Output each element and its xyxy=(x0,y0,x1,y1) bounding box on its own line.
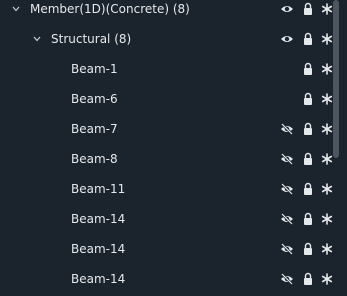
tree-item-label: Beam-14 xyxy=(71,212,126,226)
row-actions xyxy=(280,204,340,234)
tree-row-item[interactable]: Beam-8 xyxy=(0,144,340,174)
row-actions xyxy=(280,234,340,264)
tree-item-label: Beam-11 xyxy=(71,182,126,196)
lock-icon[interactable] xyxy=(301,91,315,107)
asterisk-icon[interactable] xyxy=(320,271,334,287)
tree-row-item[interactable]: Beam-14 xyxy=(0,234,340,264)
asterisk-icon[interactable] xyxy=(320,61,334,77)
lock-icon[interactable] xyxy=(301,31,315,47)
eye-slash-icon[interactable] xyxy=(280,121,294,137)
lock-icon[interactable] xyxy=(301,121,315,137)
member-tree: Member(1D)(Concrete) (8) Structural (8) xyxy=(0,0,340,296)
row-actions xyxy=(280,84,340,114)
asterisk-icon[interactable] xyxy=(320,211,334,227)
tree-row-item[interactable]: Beam-14 xyxy=(0,264,340,294)
eye-slash-icon[interactable] xyxy=(280,241,294,257)
eye-slash-icon[interactable] xyxy=(280,181,294,197)
eye-slash-icon[interactable] xyxy=(280,271,294,287)
tree-item-label: Beam-6 xyxy=(71,92,118,106)
row-actions xyxy=(280,0,340,24)
eye-slash-icon[interactable] xyxy=(280,211,294,227)
eye-icon[interactable] xyxy=(280,31,294,47)
lock-icon[interactable] xyxy=(301,1,315,17)
row-actions xyxy=(280,114,340,144)
lock-icon[interactable] xyxy=(301,211,315,227)
tree-row-item[interactable]: Beam-14 xyxy=(0,204,340,234)
row-actions xyxy=(280,144,340,174)
eye-icon[interactable] xyxy=(280,1,294,17)
chevron-down-icon[interactable] xyxy=(10,3,22,15)
row-actions xyxy=(280,264,340,294)
tree-row-item[interactable]: Beam-1 xyxy=(0,54,340,84)
tree-item-label: Beam-1 xyxy=(71,62,118,76)
row-actions xyxy=(280,54,340,84)
asterisk-icon[interactable] xyxy=(320,151,334,167)
asterisk-icon[interactable] xyxy=(320,91,334,107)
tree-root-label: Member(1D)(Concrete) (8) xyxy=(30,2,190,16)
asterisk-icon[interactable] xyxy=(320,241,334,257)
asterisk-icon[interactable] xyxy=(320,31,334,47)
vertical-scrollbar[interactable] xyxy=(333,0,339,158)
tree-row-item[interactable]: Beam-6 xyxy=(0,84,340,114)
tree-row-root[interactable]: Member(1D)(Concrete) (8) xyxy=(0,0,340,24)
eye-slash-icon[interactable] xyxy=(280,151,294,167)
tree-item-label: Beam-8 xyxy=(71,152,118,166)
asterisk-icon[interactable] xyxy=(320,121,334,137)
tree-item-label: Beam-7 xyxy=(71,122,118,136)
tree-item-label: Beam-14 xyxy=(71,242,126,256)
lock-icon[interactable] xyxy=(301,61,315,77)
row-actions xyxy=(280,24,340,54)
chevron-down-icon[interactable] xyxy=(31,33,43,45)
lock-icon[interactable] xyxy=(301,181,315,197)
tree-row-group[interactable]: Structural (8) xyxy=(0,24,340,54)
lock-icon[interactable] xyxy=(301,271,315,287)
asterisk-icon[interactable] xyxy=(320,181,334,197)
tree-item-label: Beam-14 xyxy=(71,272,126,286)
tree-group-label: Structural (8) xyxy=(51,32,132,46)
lock-icon[interactable] xyxy=(301,151,315,167)
asterisk-icon[interactable] xyxy=(320,1,334,17)
lock-icon[interactable] xyxy=(301,241,315,257)
tree-row-item[interactable]: Beam-11 xyxy=(0,174,340,204)
tree-row-item[interactable]: Beam-7 xyxy=(0,114,340,144)
row-actions xyxy=(280,174,340,204)
